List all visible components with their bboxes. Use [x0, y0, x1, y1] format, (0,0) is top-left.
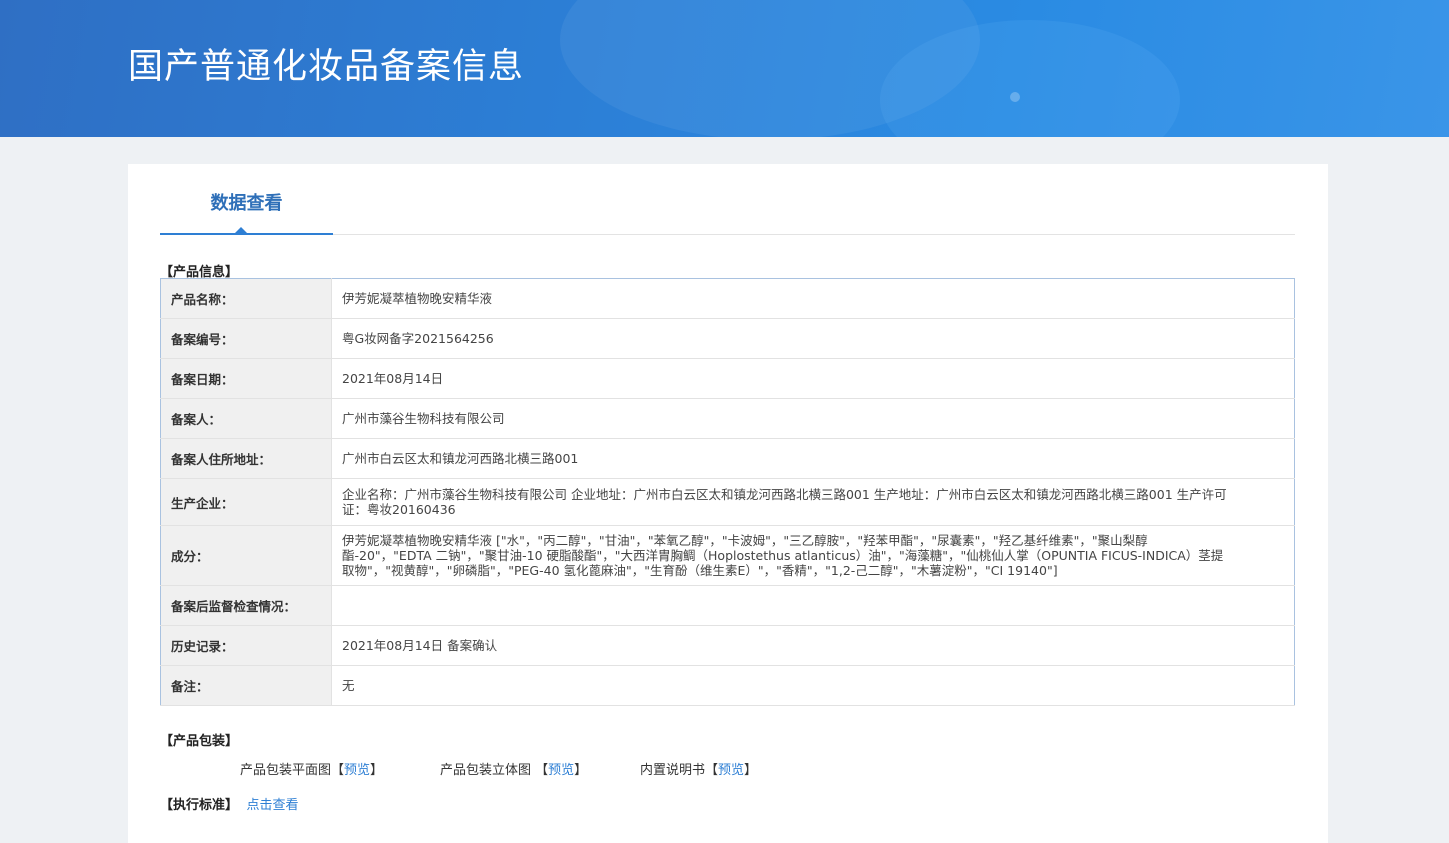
- table-row: 备案人住所地址： 广州市白云区太和镇龙河西路北横三路001: [160, 438, 1295, 479]
- row-key: 历史记录：: [160, 625, 332, 666]
- table-row: 备注： 无: [160, 665, 1295, 706]
- row-key: 备案编号：: [160, 318, 332, 359]
- bracket-open: 【: [331, 763, 345, 778]
- tab-bar: 数据查看: [160, 164, 1295, 235]
- content-card: 数据查看 【产品信息】 产品名称： 伊芳妮凝萃植物晚安精华液 备案编号： 粤G妆…: [128, 164, 1328, 843]
- tab-active-caret-icon: [234, 227, 248, 234]
- bracket-close: 】: [574, 763, 588, 778]
- row-value: [331, 585, 1295, 626]
- packaging-item-name: 产品包装立体图: [440, 763, 532, 778]
- row-key: 备案日期：: [160, 358, 332, 399]
- preview-link[interactable]: 预览: [344, 763, 370, 778]
- table-row: 产品名称： 伊芳妮凝萃植物晚安精华液: [160, 278, 1295, 319]
- packaging-item-flat: 产品包装平面图【预览】: [240, 759, 383, 778]
- row-key: 成分：: [160, 525, 332, 586]
- packaging-section-label: 【产品包装】: [160, 734, 239, 749]
- row-key: 备注：: [160, 665, 332, 706]
- preview-link[interactable]: 预览: [718, 763, 744, 778]
- table-row: 成分： 伊芳妮凝萃植物晚安精华液 ["水"，"丙二醇"，"甘油"，"苯氧乙醇"，…: [160, 525, 1295, 586]
- row-value: 2021年08月14日 备案确认: [331, 625, 1295, 666]
- view-standard-link[interactable]: 点击查看: [247, 798, 299, 813]
- table-row: 备案日期： 2021年08月14日: [160, 358, 1295, 399]
- table-row: 历史记录： 2021年08月14日 备案确认: [160, 625, 1295, 666]
- row-key: 备案后监督检查情况：: [160, 585, 332, 626]
- table-row: 备案后监督检查情况：: [160, 585, 1295, 626]
- standard-section: 【执行标准】 点击查看: [160, 794, 299, 813]
- row-value: 广州市白云区太和镇龙河西路北横三路001: [331, 438, 1295, 479]
- packaging-item-name: 内置说明书: [640, 763, 706, 778]
- page-title: 国产普通化妆品备案信息: [128, 47, 525, 87]
- table-row: 生产企业： 企业名称：广州市藻谷生物科技有限公司 企业地址：广州市白云区太和镇龙…: [160, 478, 1295, 526]
- packaging-item-name: 产品包装平面图: [240, 763, 332, 778]
- tab-label: 数据查看: [210, 193, 283, 214]
- row-key: 产品名称：: [160, 278, 332, 319]
- tab-data-view[interactable]: 数据查看: [160, 164, 333, 235]
- product-info-table: 产品名称： 伊芳妮凝萃植物晚安精华液 备案编号： 粤G妆网备字202156425…: [160, 278, 1295, 706]
- banner-decoration: [1010, 92, 1020, 102]
- bracket-open: 【: [531, 763, 549, 778]
- row-value: 广州市藻谷生物科技有限公司: [331, 398, 1295, 439]
- bracket-close: 】: [370, 763, 384, 778]
- bracket-close: 】: [744, 763, 758, 778]
- row-value: 伊芳妮凝萃植物晚安精华液: [331, 278, 1295, 319]
- table-row: 备案编号： 粤G妆网备字2021564256: [160, 318, 1295, 359]
- row-value: 伊芳妮凝萃植物晚安精华液 ["水"，"丙二醇"，"甘油"，"苯氧乙醇"，"卡波姆…: [331, 525, 1295, 586]
- packaging-item-3d: 产品包装立体图 【预览】: [440, 759, 587, 778]
- table-row: 备案人： 广州市藻谷生物科技有限公司: [160, 398, 1295, 439]
- header-banner: 国产普通化妆品备案信息: [0, 0, 1449, 137]
- row-key: 备案人住所地址：: [160, 438, 332, 479]
- standard-section-label: 【执行标准】: [160, 798, 239, 813]
- row-key: 备案人：: [160, 398, 332, 439]
- packaging-item-manual: 内置说明书【预览】: [640, 759, 757, 778]
- row-value: 2021年08月14日: [331, 358, 1295, 399]
- bracket-open: 【: [705, 763, 719, 778]
- row-value: 无: [331, 665, 1295, 706]
- row-key: 生产企业：: [160, 478, 332, 526]
- row-value: 粤G妆网备字2021564256: [331, 318, 1295, 359]
- preview-link[interactable]: 预览: [548, 763, 574, 778]
- row-value: 企业名称：广州市藻谷生物科技有限公司 企业地址：广州市白云区太和镇龙河西路北横三…: [331, 478, 1295, 526]
